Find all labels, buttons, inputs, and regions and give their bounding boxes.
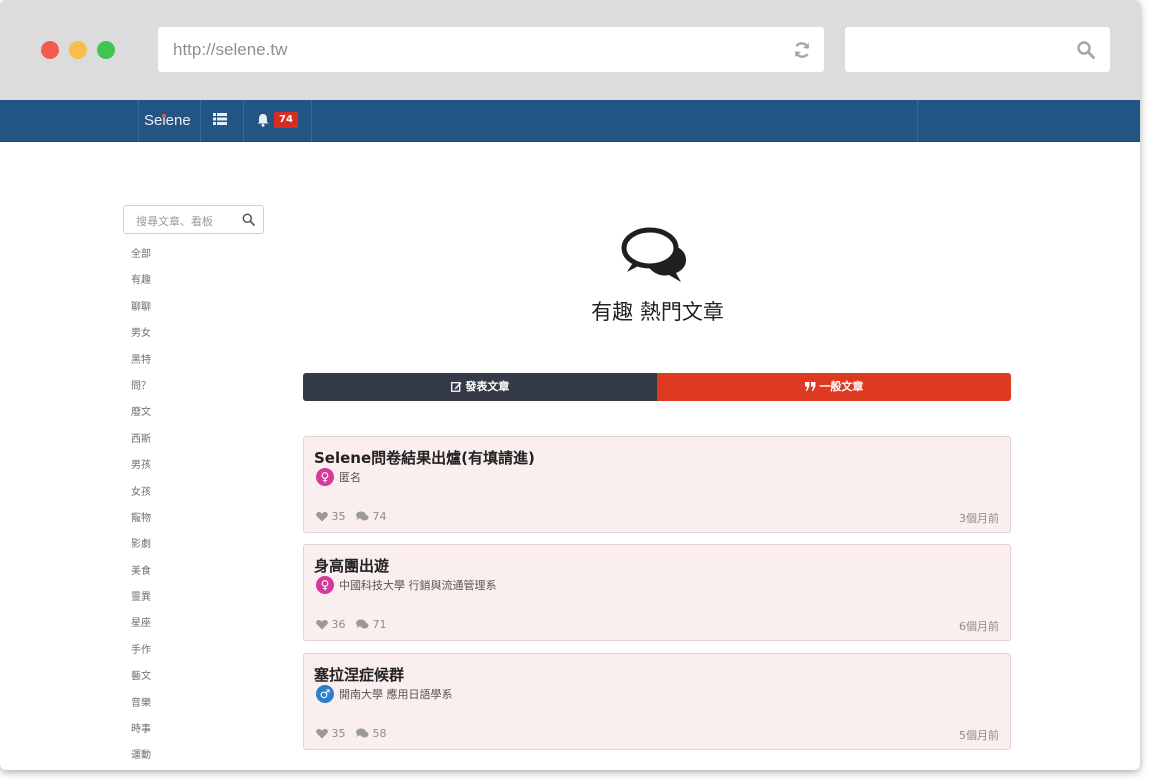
quote-icon bbox=[804, 382, 816, 391]
tab-general-posts-label: 一般文章 bbox=[819, 380, 864, 393]
board-item[interactable]: 聊聊 bbox=[131, 297, 251, 323]
browser-window: http://selene.tw Selene 74 搜尋文章、看板 全部 有趣… bbox=[0, 0, 1140, 770]
post-author: 中國科技大學 行銷與流通管理系 bbox=[339, 579, 497, 592]
board-item[interactable]: 美食 bbox=[131, 561, 251, 587]
post-title[interactable]: 塞拉涅症候群 bbox=[314, 664, 404, 685]
tab-new-post-label: 發表文章 bbox=[465, 380, 510, 393]
post-stats: 35 58 bbox=[316, 727, 387, 740]
post-tabs: 發表文章 一般文章 bbox=[303, 373, 1011, 401]
board-item[interactable]: 西斯 bbox=[131, 429, 251, 455]
board-item[interactable]: 音樂 bbox=[131, 693, 251, 719]
board-item[interactable]: 男孩 bbox=[131, 455, 251, 481]
bell-icon[interactable] bbox=[256, 113, 270, 127]
brand-accent-dot bbox=[162, 114, 166, 118]
post-author: 開南大學 應用日語學系 bbox=[339, 688, 453, 701]
notification-count-badge[interactable]: 74 bbox=[274, 112, 298, 128]
nav-divider bbox=[243, 100, 244, 142]
board-item[interactable]: 廢文 bbox=[131, 402, 251, 428]
male-icon: ♂ bbox=[316, 685, 334, 703]
board-item[interactable]: 時事 bbox=[131, 719, 251, 745]
like-count: 35 bbox=[331, 727, 346, 740]
heart-icon bbox=[316, 620, 328, 630]
address-url: http://selene.tw bbox=[173, 40, 288, 59]
nav-divider bbox=[311, 100, 312, 142]
like-count: 36 bbox=[331, 618, 346, 631]
post-time: 5個月前 bbox=[959, 729, 999, 742]
browser-chrome: http://selene.tw bbox=[0, 0, 1140, 100]
post-stats: 35 74 bbox=[316, 510, 387, 523]
board-list: 全部 有趣 聊聊 男女 黑特 問？ 廢文 西斯 男孩 女孩 寵物 影劇 美食 靈… bbox=[131, 244, 251, 760]
reload-icon[interactable] bbox=[792, 40, 812, 60]
post-title[interactable]: Selene問卷結果出爐(有填請進) bbox=[314, 447, 535, 468]
maximize-window-button[interactable] bbox=[97, 41, 115, 59]
minimize-window-button[interactable] bbox=[69, 41, 87, 59]
tab-general-posts[interactable]: 一般文章 bbox=[657, 373, 1011, 401]
list-icon[interactable] bbox=[213, 113, 227, 125]
post-stats: 36 71 bbox=[316, 618, 387, 631]
nav-divider bbox=[138, 100, 139, 142]
page-title: 有趣 熱門文章 bbox=[591, 300, 724, 324]
board-item[interactable]: 寵物 bbox=[131, 508, 251, 534]
board-item[interactable]: 黑特 bbox=[131, 350, 251, 376]
site-brand-link[interactable]: Selene bbox=[144, 112, 191, 129]
post-card[interactable]: 身高團出遊 ♀ 中國科技大學 行銷與流通管理系 36 71 6個月前 bbox=[303, 544, 1011, 641]
comment-count: 71 bbox=[372, 618, 387, 631]
edit-icon bbox=[450, 382, 462, 392]
comments-icon bbox=[621, 227, 686, 282]
address-bar[interactable]: http://selene.tw bbox=[158, 27, 824, 72]
sidebar-search-placeholder: 搜尋文章、看板 bbox=[136, 215, 213, 228]
comment-icon bbox=[356, 728, 369, 738]
tab-new-post[interactable]: 發表文章 bbox=[303, 373, 657, 401]
heart-icon bbox=[316, 729, 328, 739]
post-time: 3個月前 bbox=[959, 512, 999, 525]
post-author: 匿名 bbox=[339, 471, 361, 484]
board-item[interactable]: 影劇 bbox=[131, 534, 251, 560]
comment-icon bbox=[356, 619, 369, 629]
post-card[interactable]: 塞拉涅症候群 ♂ 開南大學 應用日語學系 35 58 5個月前 bbox=[303, 653, 1011, 750]
search-icon[interactable] bbox=[1076, 40, 1096, 60]
sidebar-search-input[interactable]: 搜尋文章、看板 bbox=[123, 205, 264, 234]
like-count: 35 bbox=[331, 510, 346, 523]
post-title[interactable]: 身高團出遊 bbox=[314, 555, 389, 576]
close-window-button[interactable] bbox=[41, 41, 59, 59]
comment-icon bbox=[356, 511, 369, 521]
board-item[interactable]: 女孩 bbox=[131, 482, 251, 508]
post-time: 6個月前 bbox=[959, 620, 999, 633]
female-icon: ♀ bbox=[316, 576, 334, 594]
board-item[interactable]: 藝文 bbox=[131, 666, 251, 692]
comment-count: 58 bbox=[372, 727, 387, 740]
board-item[interactable]: 有趣 bbox=[131, 270, 251, 296]
board-item[interactable]: 運動 bbox=[131, 745, 251, 760]
comment-count: 74 bbox=[372, 510, 387, 523]
board-item[interactable]: 問？ bbox=[131, 376, 251, 402]
site-navbar: Selene bbox=[0, 100, 1140, 142]
nav-divider bbox=[200, 100, 201, 142]
heart-icon bbox=[316, 512, 328, 522]
board-item[interactable]: 手作 bbox=[131, 640, 251, 666]
female-icon: ♀ bbox=[316, 468, 334, 486]
board-item[interactable]: 星座 bbox=[131, 613, 251, 639]
board-item[interactable]: 男女 bbox=[131, 323, 251, 349]
board-item[interactable]: 靈異 bbox=[131, 587, 251, 613]
search-icon[interactable] bbox=[242, 213, 255, 226]
board-item[interactable]: 全部 bbox=[131, 244, 251, 270]
browser-search-bar[interactable] bbox=[845, 27, 1110, 72]
post-card[interactable]: Selene問卷結果出爐(有填請進) ♀ 匿名 35 74 3個月前 bbox=[303, 436, 1011, 533]
nav-divider bbox=[917, 100, 918, 142]
